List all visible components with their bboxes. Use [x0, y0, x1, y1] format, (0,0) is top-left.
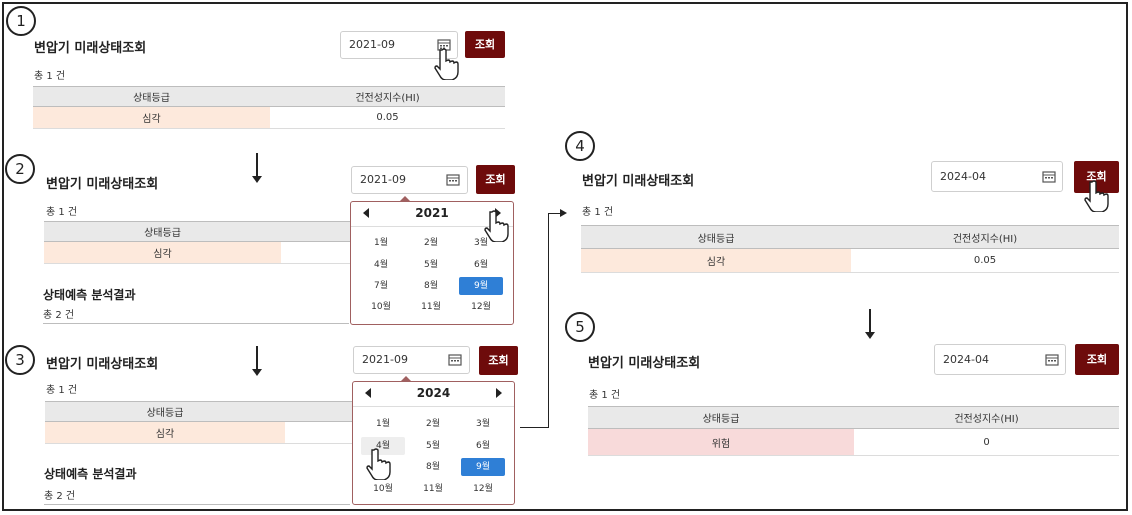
- search-button[interactable]: 조회: [1075, 344, 1119, 375]
- search-button[interactable]: 조회: [479, 346, 518, 375]
- connector-arrowhead: [560, 209, 567, 217]
- divider: [43, 323, 349, 324]
- down-arrow: [865, 309, 875, 339]
- month-option[interactable]: 4월: [359, 256, 403, 274]
- month-option[interactable]: 6월: [461, 437, 505, 455]
- down-arrow: [252, 346, 262, 376]
- page-title: 변압기 미래상태조회: [46, 357, 159, 372]
- month-value: 2024-04: [940, 170, 986, 183]
- step-marker-2: 2: [5, 154, 35, 184]
- grade-cell: 심각: [581, 248, 851, 273]
- month-option[interactable]: 11월: [411, 480, 455, 498]
- calendar-icon[interactable]: [1042, 170, 1056, 183]
- calendar-icon[interactable]: [448, 353, 462, 366]
- analysis-count: 총 2 건: [44, 491, 76, 502]
- month-option[interactable]: 1월: [361, 415, 405, 433]
- page-title: 변압기 미래상태조회: [46, 177, 159, 192]
- hand-pointer-icon: [484, 210, 509, 242]
- picker-caret: [400, 376, 412, 382]
- analysis-title: 상태예측 분석결과: [43, 288, 136, 302]
- status-table: 상태등급 건전성지수(HI) 심각 0.05: [581, 225, 1119, 273]
- month-picker: 2024 1월 2월 3월 4월 5월 6월 7월 8월 9월 10월 11월 …: [352, 376, 515, 505]
- step-marker-5: 5: [565, 312, 595, 342]
- page-title: 변압기 미래상태조회: [582, 174, 695, 189]
- page-title: 변압기 미래상태조회: [588, 356, 701, 371]
- month-value: 2021-09: [349, 38, 395, 51]
- index-cell: 0.05: [270, 106, 505, 129]
- grade-cell: 심각: [33, 106, 270, 129]
- down-arrow: [252, 153, 262, 183]
- month-option-selected[interactable]: 9월: [461, 458, 505, 476]
- picker-caret: [399, 196, 411, 202]
- step-marker-4: 4: [565, 131, 595, 161]
- month-option[interactable]: 1월: [359, 234, 403, 252]
- month-option[interactable]: 8월: [409, 277, 453, 295]
- result-count: 총 1 건: [34, 71, 66, 82]
- month-option-selected[interactable]: 9월: [459, 277, 503, 295]
- month-option[interactable]: 3월: [461, 415, 505, 433]
- result-count: 총 1 건: [582, 207, 614, 218]
- month-option[interactable]: 6월: [459, 256, 503, 274]
- month-option[interactable]: 10월: [361, 480, 405, 498]
- month-value: 2021-09: [362, 353, 408, 366]
- step-marker-1: 1: [6, 6, 36, 36]
- month-option[interactable]: 12월: [459, 298, 503, 316]
- page-title: 변압기 미래상태조회: [34, 41, 147, 56]
- status-table: 상태등급 건전성지수(HI) 심각 0.05: [33, 86, 505, 129]
- grade-cell: 위험: [588, 428, 854, 456]
- picker-year: 2024: [416, 386, 451, 400]
- month-option[interactable]: 5월: [411, 437, 455, 455]
- connector-line: [520, 427, 548, 428]
- month-input[interactable]: 2024-04: [934, 344, 1066, 375]
- month-option[interactable]: 10월: [359, 298, 403, 316]
- divider: [44, 504, 350, 505]
- column-header-grade: 상태등급: [33, 86, 270, 107]
- search-button[interactable]: 조회: [465, 31, 505, 58]
- column-header-grade: 상태등급: [45, 401, 285, 422]
- grade-cell: 심각: [44, 241, 281, 264]
- hand-pointer-icon: [1084, 180, 1109, 212]
- column-header-grade: 상태등급: [581, 225, 851, 249]
- hand-pointer-icon: [366, 448, 391, 480]
- status-table: 상태등급 건전성지수(HI) 위험 0: [588, 406, 1119, 456]
- month-value: 2021-09: [360, 173, 406, 186]
- hand-pointer-icon: [434, 48, 459, 80]
- month-option[interactable]: 7월: [359, 277, 403, 295]
- result-count: 총 1 건: [46, 385, 78, 396]
- index-cell: 0.05: [851, 248, 1119, 273]
- month-option[interactable]: 11월: [409, 298, 453, 316]
- divider: [353, 406, 514, 407]
- result-count: 총 1 건: [589, 390, 621, 401]
- month-option[interactable]: 5월: [409, 256, 453, 274]
- calendar-icon[interactable]: [446, 173, 460, 186]
- month-input[interactable]: 2021-09: [353, 346, 470, 374]
- column-header-index: 건전성지수(HI): [854, 406, 1119, 429]
- next-year-button[interactable]: [496, 388, 502, 398]
- month-option[interactable]: 2월: [409, 234, 453, 252]
- result-count: 총 1 건: [46, 207, 78, 218]
- connector-line: [548, 213, 549, 428]
- grade-cell: 심각: [45, 421, 285, 444]
- index-cell: 0: [854, 428, 1119, 456]
- month-option[interactable]: 2월: [411, 415, 455, 433]
- analysis-count: 총 2 건: [43, 310, 75, 321]
- calendar-icon[interactable]: [1045, 353, 1059, 366]
- column-header-grade: 상태등급: [44, 221, 281, 242]
- column-header-index: 건전성지수(HI): [270, 86, 505, 107]
- month-input[interactable]: 2021-09: [351, 166, 468, 194]
- analysis-title: 상태예측 분석결과: [44, 467, 137, 481]
- column-header-index: 건전성지수(HI): [851, 225, 1119, 249]
- month-option[interactable]: 12월: [461, 480, 505, 498]
- step-marker-3: 3: [5, 345, 35, 375]
- column-header-grade: 상태등급: [588, 406, 854, 429]
- month-input[interactable]: 2024-04: [931, 161, 1063, 192]
- month-option[interactable]: 8월: [411, 458, 455, 476]
- month-value: 2024-04: [943, 353, 989, 366]
- search-button[interactable]: 조회: [476, 165, 515, 194]
